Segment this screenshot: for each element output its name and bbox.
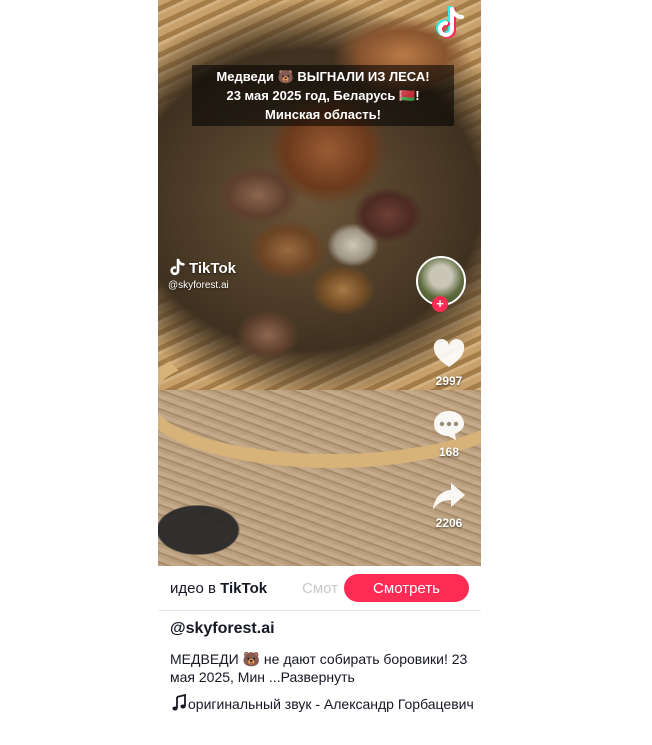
post-info: @skyforest.ai МЕДВЕДИ 🐻 не дают собирать… bbox=[170, 620, 475, 714]
follow-button[interactable]: + bbox=[432, 296, 448, 312]
share-icon bbox=[433, 483, 465, 510]
watch-bar-brand: TikTok bbox=[220, 580, 268, 597]
share-count: 2206 bbox=[435, 516, 463, 530]
watch-bar-prefix: идео в bbox=[170, 580, 221, 597]
share-action[interactable]: 2206 bbox=[431, 478, 467, 530]
watch-bar-text: идео в TikTok bbox=[170, 580, 267, 597]
like-count: 2997 bbox=[435, 374, 463, 388]
tiktok-note-icon bbox=[170, 258, 185, 276]
like-action[interactable]: 2997 bbox=[431, 336, 467, 388]
caption-line-1: Медведи 🐻 ВЫГНАЛИ ИЗ ЛЕСА! bbox=[216, 69, 430, 84]
music-note-icon bbox=[172, 694, 186, 711]
sound-row[interactable]: оригинальный звук - Александр Горбацевич bbox=[170, 694, 475, 714]
heart-icon bbox=[433, 339, 465, 367]
watermark-handle: @skyforest.ai bbox=[168, 280, 229, 291]
watch-bar: идео в TikTok Смот Смотреть bbox=[158, 566, 481, 611]
sound-name: оригинальный звук - Александр Горбацевич bbox=[188, 696, 474, 712]
caption-line-3: Минская область! bbox=[265, 107, 381, 122]
expand-link[interactable]: Развернуть bbox=[281, 669, 355, 685]
comment-icon bbox=[434, 411, 464, 440]
watermark-brand: TikTok bbox=[189, 259, 236, 277]
tiktok-embed-card: Медведи 🐻 ВЫГНАЛИ ИЗ ЛЕСА! 23 мая 2025 г… bbox=[158, 0, 481, 745]
author-handle[interactable]: @skyforest.ai bbox=[170, 620, 475, 638]
watch-bar-ghost-text: Смот bbox=[302, 580, 339, 597]
video-caption: Медведи 🐻 ВЫГНАЛИ ИЗ ЛЕСА! 23 мая 2025 г… bbox=[192, 65, 454, 126]
video-player[interactable]: Медведи 🐻 ВЫГНАЛИ ИЗ ЛЕСА! 23 мая 2025 г… bbox=[158, 0, 481, 566]
caption-line-2: 23 мая 2025 год, Беларусь 🇧🇾! bbox=[226, 88, 420, 103]
tiktok-watermark: TikTok @skyforest.ai bbox=[168, 258, 236, 291]
comment-action[interactable]: 168 bbox=[431, 407, 467, 459]
comment-count: 168 bbox=[438, 445, 460, 459]
tiktok-logo-icon bbox=[436, 6, 464, 39]
watch-button[interactable]: Смотреть bbox=[344, 574, 469, 602]
post-description: МЕДВЕДИ 🐻 не дают собирать боровики! 23 … bbox=[170, 650, 475, 686]
